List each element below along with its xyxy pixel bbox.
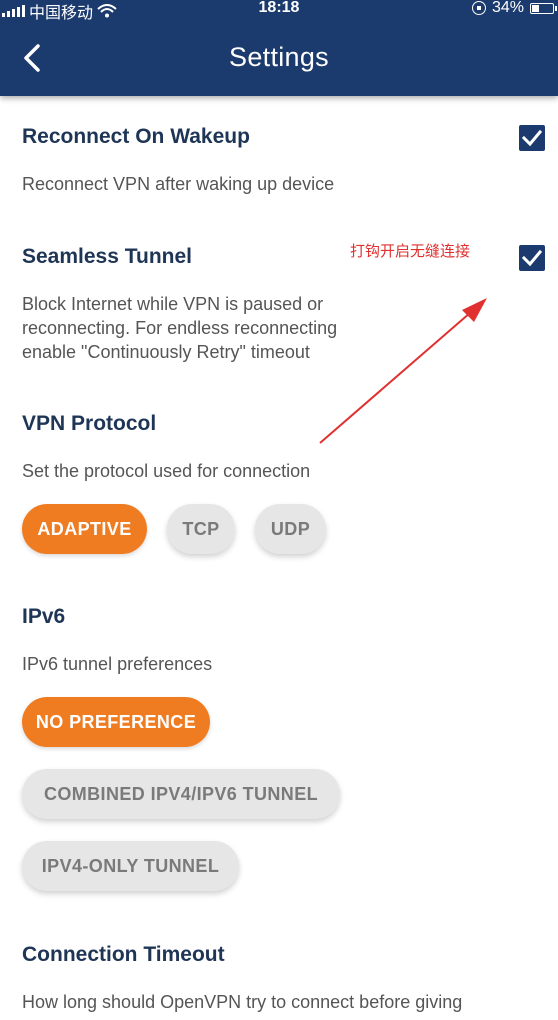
protocol-option-tcp[interactable]: TCP — [167, 504, 235, 554]
annotation-note: 打钩开启无缝连接 — [350, 242, 471, 260]
ipv6-option-ipv4-only[interactable]: IPV4-ONLY TUNNEL — [22, 841, 239, 891]
signal-icon — [2, 5, 25, 17]
seamless-title: Seamless Tunnel — [22, 245, 193, 268]
ipv6-option-combined[interactable]: COMBINED IPV4/IPV6 TUNNEL — [22, 769, 340, 819]
reconnect-description: Reconnect VPN after waking up device — [22, 174, 335, 194]
battery-icon — [530, 2, 557, 14]
ipv6-title: IPv6 — [22, 605, 66, 628]
wifi-icon — [97, 4, 117, 18]
protocol-option-udp[interactable]: UDP — [255, 504, 326, 554]
status-right: 34% — [471, 0, 557, 17]
timeout-title: Connection Timeout — [22, 943, 225, 966]
reconnect-title: Reconnect On Wakeup — [22, 125, 250, 148]
back-button[interactable] — [16, 38, 52, 78]
timeout-description: How long should OpenVPN try to connect b… — [22, 992, 463, 1012]
status-left: 中国移动 — [2, 0, 117, 23]
protocol-description: Set the protocol used for connection — [22, 461, 311, 481]
ipv6-option-no-preference[interactable]: NO PREFERENCE — [22, 697, 210, 747]
protocol-option-adaptive[interactable]: ADAPTIVE — [22, 504, 147, 554]
seamless-description-line: enable "Continuously Retry" timeout — [22, 342, 310, 362]
protocol-title: VPN Protocol — [22, 412, 157, 435]
seamless-description-line: Block Internet while VPN is paused or — [22, 294, 324, 314]
checkmark-icon — [522, 249, 542, 267]
battery-percent: 34% — [491, 0, 524, 16]
rotation-lock-icon — [471, 1, 486, 15]
seamless-description: Block Internet while VPN is paused or re… — [22, 292, 337, 364]
page-title: Settings — [229, 42, 329, 72]
status-bar: 中国移动 18:18 34% — [0, 0, 558, 22]
chevron-left-icon — [24, 44, 40, 72]
ipv6-description: IPv6 tunnel preferences — [22, 654, 213, 674]
seamless-checkbox[interactable] — [519, 245, 545, 271]
seamless-description-line: reconnecting. For endless reconnecting — [22, 318, 338, 338]
reconnect-checkbox[interactable] — [519, 125, 545, 151]
app-header: 中国移动 18:18 34% Settings — [0, 0, 558, 96]
checkmark-icon — [522, 129, 542, 147]
carrier-label: 中国移动 — [29, 5, 94, 22]
